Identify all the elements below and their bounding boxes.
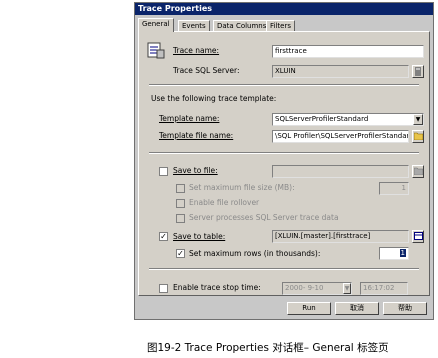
file-folder-button: [412, 165, 424, 178]
server-processes-label: Server processes SQL Server trace data: [189, 213, 339, 222]
server-browse-button[interactable]: [412, 65, 424, 78]
tab-general[interactable]: General: [138, 18, 174, 32]
max-rows-input[interactable]: 1: [379, 247, 409, 260]
chevron-down-icon[interactable]: ▼: [413, 114, 423, 125]
figure-caption: 图19-2 Trace Properties 对话框– General 标签页: [147, 342, 389, 354]
stop-time-label: Enable trace stop time:: [173, 283, 261, 292]
folder-icon: [413, 132, 423, 141]
help-button[interactable]: 帮助: [383, 302, 427, 315]
stop-date-picker: 2000- 9-10: [282, 282, 352, 295]
template-file-input[interactable]: \SQL Profiler\SQLServerProfilerStandard.…: [272, 130, 409, 143]
table-icon: [413, 232, 423, 240]
separator-3: [149, 268, 419, 270]
template-name-label: Template name:: [159, 114, 220, 123]
enable-rollover-checkbox: [176, 199, 185, 208]
save-to-table-checkbox[interactable]: ✓: [159, 232, 168, 241]
separator-2: [149, 152, 419, 154]
save-to-file-input: [272, 165, 409, 178]
trace-server-input: XLUIN: [272, 65, 409, 78]
save-to-table-input: [XLUIN.[master].[firsttrace]: [272, 230, 409, 243]
max-file-size-input: 1: [379, 182, 409, 195]
template-file-label: Template file name:: [159, 131, 234, 140]
tab-filters[interactable]: Filters: [266, 20, 295, 31]
server-processes-checkbox: [176, 214, 185, 223]
save-to-table-label: Save to table:: [173, 232, 226, 241]
trace-server-label: Trace SQL Server:: [173, 66, 240, 75]
template-hint: Use the following trace template:: [151, 94, 277, 103]
folder-browse-button[interactable]: [412, 130, 424, 143]
stop-time-checkbox[interactable]: [159, 284, 168, 293]
dialog-title: Trace Properties: [135, 3, 433, 15]
max-rows-label: Set maximum rows (in thousands):: [189, 249, 321, 258]
trace-properties-icon: [147, 42, 165, 59]
max-file-size-label: Set maximum file size (MB):: [189, 183, 295, 192]
separator-1: [149, 84, 419, 86]
folder-icon: [413, 167, 423, 176]
run-button[interactable]: Run: [287, 302, 331, 315]
enable-rollover-label: Enable file rollover: [189, 198, 260, 207]
tab-data-columns[interactable]: Data Columns: [213, 20, 271, 31]
save-to-file-checkbox[interactable]: [159, 167, 168, 176]
max-rows-value: 1: [399, 249, 406, 257]
template-name-select[interactable]: SQLServerProfilerStandard: [272, 113, 424, 126]
trace-name-input[interactable]: firsttrace: [272, 45, 424, 58]
table-browse-button[interactable]: [412, 230, 424, 243]
date-dropdown-icon: ▼: [343, 283, 351, 294]
stop-time-input: 16:17:02: [360, 282, 408, 295]
max-file-size-checkbox: [176, 184, 185, 193]
trace-name-label: Trace name:: [173, 46, 220, 55]
tab-events[interactable]: Events: [178, 20, 210, 31]
trace-properties-dialog: Trace Properties General Events Data Col…: [134, 2, 434, 320]
general-panel: Trace name: firsttrace Trace SQL Server:…: [138, 31, 430, 296]
cancel-button[interactable]: 取消: [335, 302, 379, 315]
max-rows-checkbox[interactable]: ✓: [176, 249, 185, 258]
save-to-file-label: Save to file:: [173, 166, 218, 175]
server-icon: [415, 67, 421, 76]
